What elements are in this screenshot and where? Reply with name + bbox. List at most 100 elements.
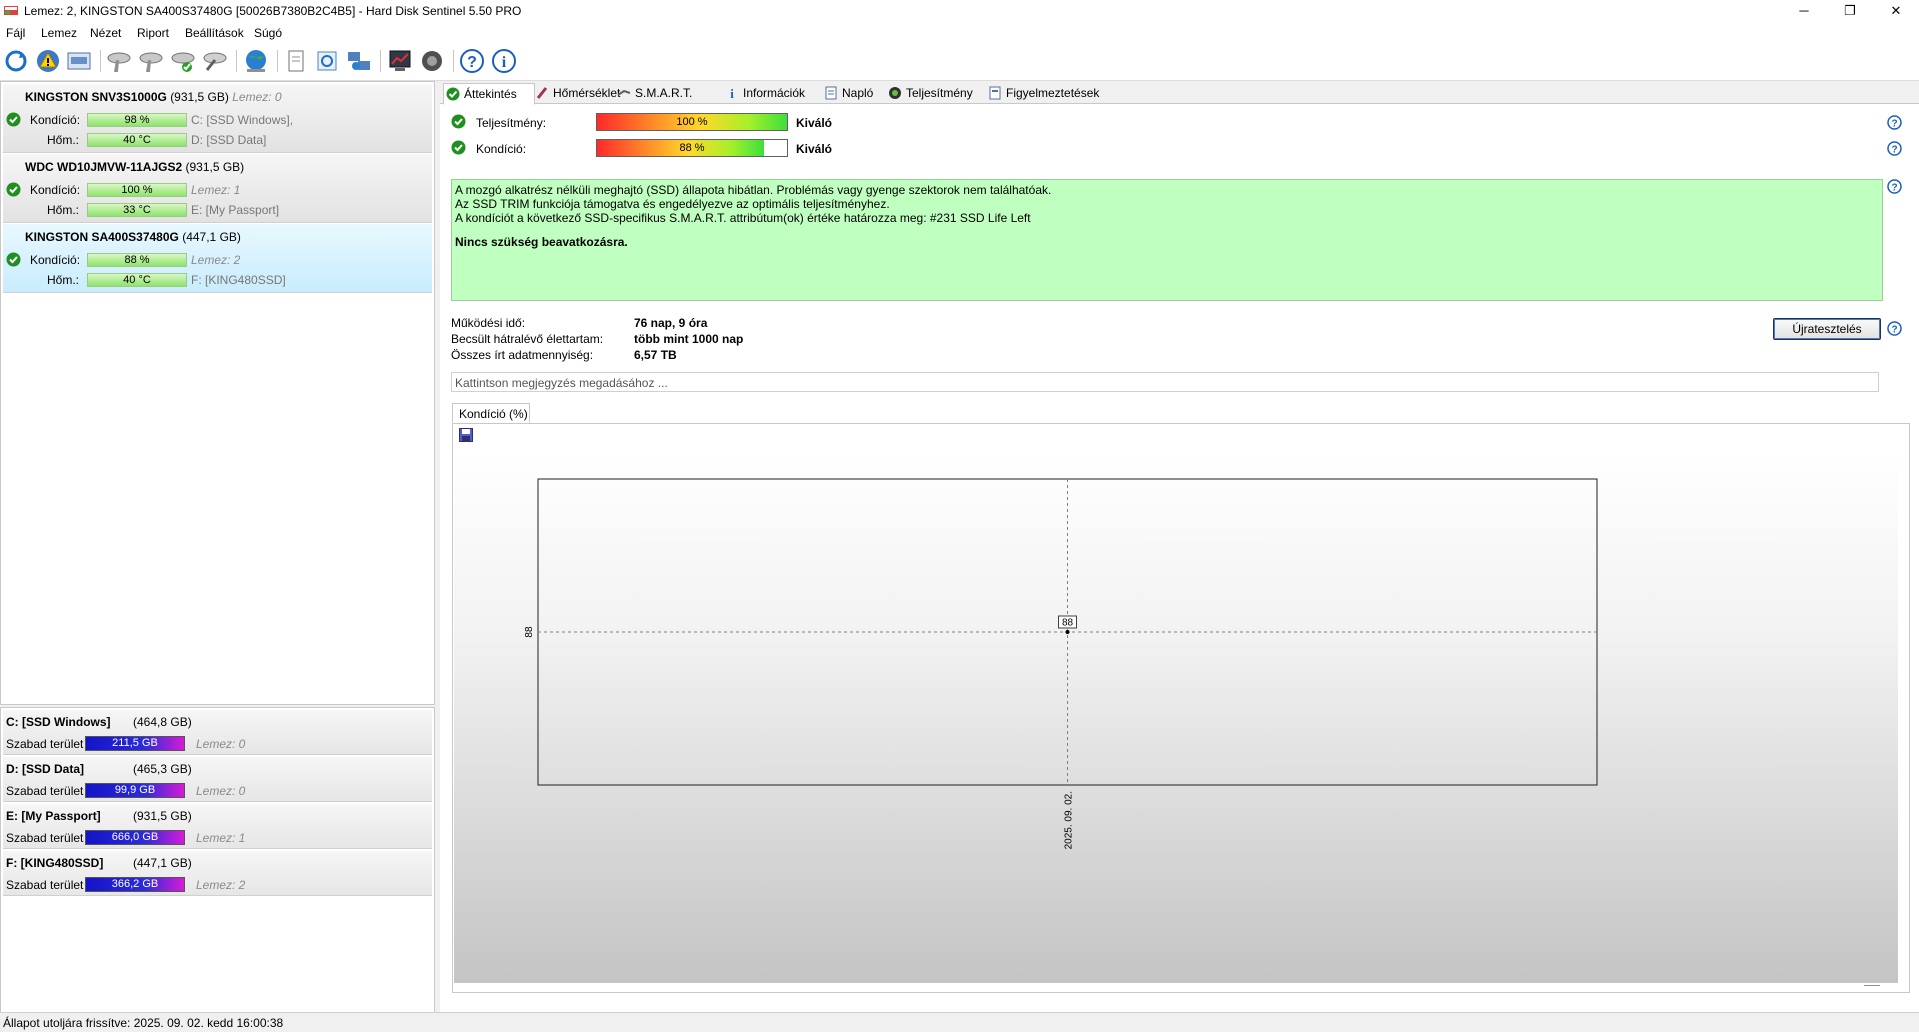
data-point (1065, 630, 1070, 634)
tab-bar: Áttekintés Hőmérséklet S.M.A.R.T. i Info… (440, 81, 1919, 105)
disk-tool-icon[interactable] (202, 48, 228, 74)
performance-icon (889, 87, 901, 99)
sync-icon[interactable] (314, 48, 340, 74)
alert-icon[interactable] (35, 48, 61, 74)
condition-bar: 88 % (87, 253, 187, 267)
help-icon[interactable]: ? (459, 48, 485, 74)
health-value: 88 % (679, 142, 705, 154)
tab-information[interactable]: i Információk (723, 83, 805, 103)
tab-overview[interactable]: Áttekintés (443, 83, 535, 105)
status-line: Az SSD TRIM funkciója támogatva és enged… (455, 197, 890, 211)
svg-text:i: i (502, 54, 507, 71)
tab-temperature[interactable]: Hőmérséklet (533, 83, 620, 103)
toolbar: ? i (0, 42, 1919, 81)
disk-item[interactable]: KINGSTON SNV3S1000G (931,5 GB) Lemez: 0 … (3, 84, 432, 153)
temperature-bar: 33 °C (87, 203, 187, 217)
minimize-button[interactable]: ─ (1781, 0, 1827, 22)
tab-health-chart[interactable]: Kondíció (%) (452, 403, 530, 423)
volume-name: C: [SSD Windows] (6, 715, 111, 729)
title-bar: Lemez: 2, KINGSTON SA400S37480G [50026B7… (0, 0, 1919, 22)
maximize-button[interactable]: ❐ (1827, 0, 1873, 22)
menu-sugo[interactable]: Súgó (254, 26, 282, 40)
volume-item[interactable]: D: [SSD Data] (465,3 GB) Szabad terület … (3, 757, 432, 802)
svg-text:?: ? (467, 54, 477, 71)
note-input[interactable]: Kattintson megjegyzés megadásához ... (451, 372, 1879, 392)
free-space-label: Szabad terület (6, 737, 84, 751)
free-space-label: Szabad terület (6, 878, 84, 892)
status-description: A mozgó alkatrész nélküli meghajtó (SSD)… (451, 179, 1883, 301)
resize-grip[interactable] (1864, 985, 1880, 986)
toolbar-separator (100, 50, 101, 72)
help-icon[interactable]: ? (1887, 179, 1902, 194)
toolbar-separator (380, 50, 381, 72)
health-chart: 88 2025. 09. 02. 88 (524, 478, 1598, 849)
menu-fajl[interactable]: Fájl (6, 26, 25, 40)
toolbar-separator (277, 50, 278, 72)
x-tick-label: 2025. 09. 02. (1064, 791, 1075, 849)
volume-item[interactable]: E: [My Passport] (931,5 GB) Szabad terül… (3, 804, 432, 849)
app-icon (4, 6, 18, 15)
volume-name: F: [KING480SSD] (6, 856, 104, 870)
temperature-label: Hőm.: (47, 273, 80, 287)
condition-bar: 100 % (87, 183, 187, 197)
disk-wrench-icon[interactable] (106, 48, 132, 74)
help-icon[interactable]: ? (1887, 115, 1902, 130)
info-icon[interactable]: i (491, 48, 517, 74)
smart-icon (617, 89, 631, 96)
health-chart-panel: 88 2025. 09. 02. 88 (452, 423, 1910, 993)
volume-item[interactable]: F: [KING480SSD] (447,1 GB) Szabad terüle… (3, 851, 432, 896)
close-button[interactable]: ✕ (1873, 0, 1919, 22)
tab-log[interactable]: Napló (822, 83, 873, 103)
menu-beallitasok[interactable]: Beállítások (185, 26, 244, 40)
retest-button[interactable]: Újratesztelés (1773, 318, 1881, 340)
disk-volumes: F: [KING480SSD] (191, 273, 286, 287)
document-icon[interactable] (283, 48, 309, 74)
report-icon[interactable] (66, 48, 92, 74)
menu-riport[interactable]: Riport (137, 26, 169, 40)
disk-test-icon[interactable] (138, 48, 164, 74)
volume-size: (447,1 GB) (133, 856, 192, 870)
volume-size: (464,8 GB) (133, 715, 192, 729)
written-label: Összes írt adatmennyiség: (451, 348, 594, 362)
status-line: A kondíciót a következő SSD-specifikus S… (455, 211, 1031, 225)
disk-name: KINGSTON SNV3S1000G (931,5 GB) Lemez: 0 (25, 90, 282, 104)
tab-smart[interactable]: S.M.A.R.T. (615, 83, 692, 103)
lifetime-label: Becsült hátralévő élettartam: (451, 332, 604, 346)
written-value: 6,57 TB (634, 348, 677, 362)
volume-list: C: [SSD Windows] (464,8 GB) Szabad terül… (0, 707, 435, 1014)
free-space-label: Szabad terület (6, 831, 84, 845)
free-space-bar: 366,2 GB (85, 877, 185, 892)
condition-label: Kondíció: (30, 113, 81, 127)
left-pane: KINGSTON SNV3S1000G (931,5 GB) Lemez: 0 … (0, 81, 435, 1014)
disk-volumes: D: [SSD Data] (191, 133, 267, 147)
menu-lemez[interactable]: Lemez (41, 26, 77, 40)
check-icon (6, 252, 21, 267)
network-icon[interactable] (346, 48, 372, 74)
menu-nezet[interactable]: Nézet (90, 26, 121, 40)
sound-icon[interactable] (419, 48, 445, 74)
help-icon[interactable]: ? (1887, 321, 1902, 336)
disk-volumes: C: [SSD Windows], (191, 113, 294, 127)
check-icon (451, 140, 466, 155)
help-icon[interactable]: ? (1887, 141, 1902, 156)
last-updated-text: Állapot utoljára frissítve: 2025. 09. 02… (3, 1016, 284, 1030)
condition-label: Kondíció: (30, 183, 81, 197)
tab-performance[interactable]: Teljesítmény (886, 83, 973, 103)
volume-name: D: [SSD Data] (6, 762, 85, 776)
check-icon (6, 182, 21, 197)
volume-item[interactable]: C: [SSD Windows] (464,8 GB) Szabad terül… (3, 710, 432, 755)
alerts-icon (989, 86, 1001, 100)
disk-number: Lemez: 1 (191, 183, 241, 197)
globe-icon[interactable] (243, 48, 269, 74)
check-icon (451, 114, 466, 129)
disk-item-selected[interactable]: KINGSTON SA400S37480G (447,1 GB) Kondíci… (3, 224, 432, 293)
free-space-bar: 99,9 GB (85, 783, 185, 798)
disk-check-icon[interactable] (170, 48, 196, 74)
lifetime-value: több mint 1000 nap (634, 332, 744, 346)
info-icon: i (730, 86, 734, 100)
tab-alerts[interactable]: Figyelmeztetések (986, 83, 1099, 103)
monitor-icon[interactable] (387, 48, 413, 74)
disk-item[interactable]: WDC WD10JMVW-11AJGS2 (931,5 GB) Kondíció… (3, 154, 432, 223)
refresh-icon[interactable] (3, 48, 29, 74)
toolbar-separator (236, 50, 237, 72)
